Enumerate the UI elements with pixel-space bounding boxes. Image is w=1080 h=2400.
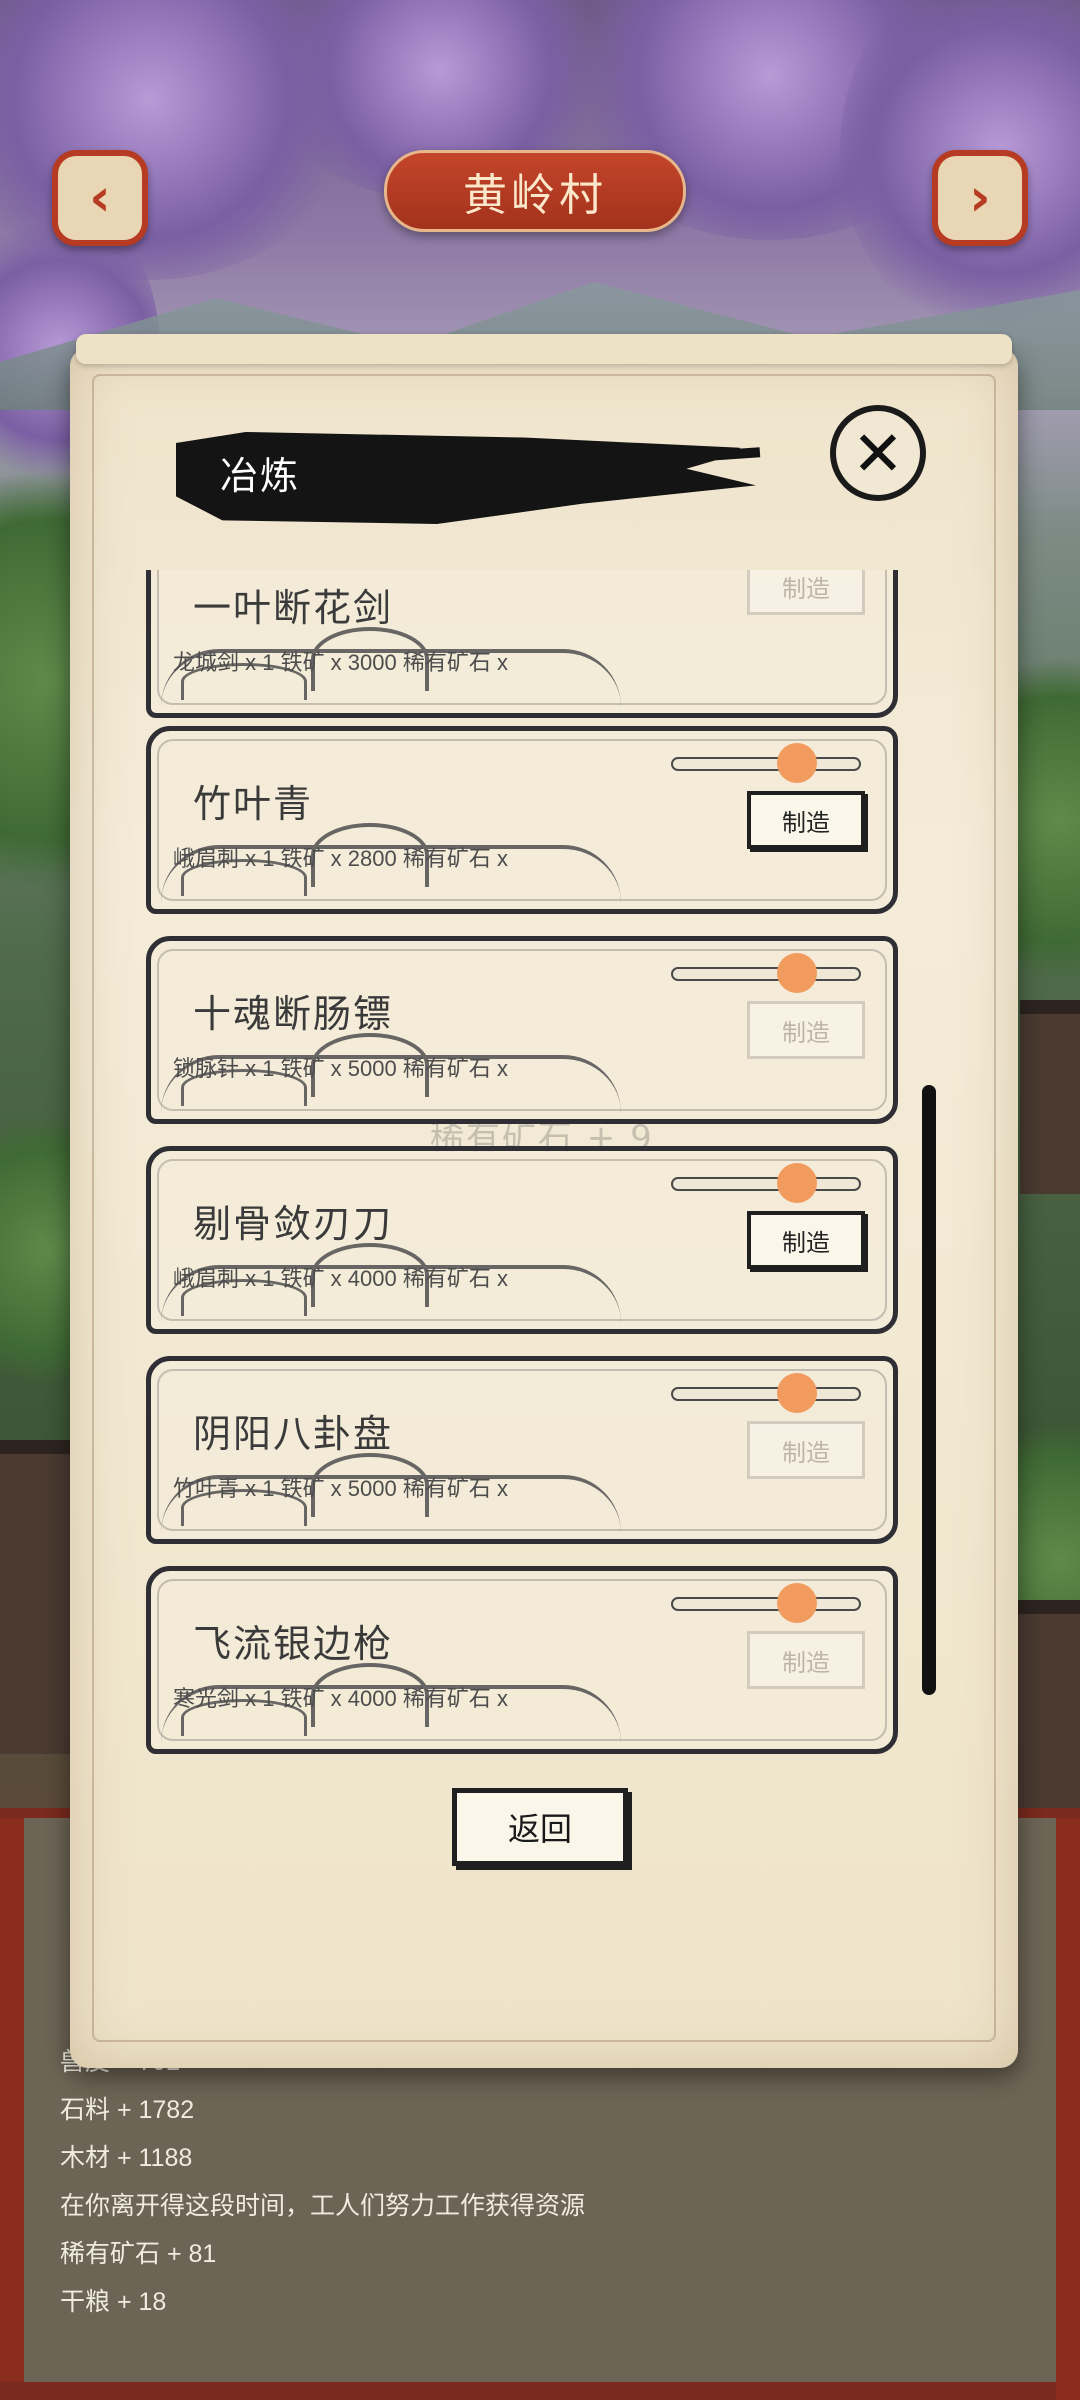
recipe-card: 剔骨敛刃刀 峨眉刺 x 1 铁矿 x 4000 稀有矿石 x 制造 [146,1146,898,1334]
recipe-requirement: 龙城剑 x 1 铁矿 x 3000 稀有矿石 x [173,650,508,675]
log-line: 在你离开得这段时间，工人们努力工作获得资源 [60,2192,586,2220]
dialog-title: 冶炼 [220,454,301,498]
make-button[interactable]: 制造 [747,1001,865,1059]
wave-ornament [161,1243,621,1323]
log-line: 石料 + 1782 [60,2096,195,2124]
recipe-card: 十魂断肠镖 锁脉针 x 1 铁矿 x 5000 稀有矿石 x 制造 [146,936,898,1124]
slider-knob[interactable] [777,953,817,993]
recipe-requirement: 峨眉刺 x 1 铁矿 x 2800 稀有矿石 x [173,846,508,871]
wave-ornament [161,627,621,707]
quantity-slider[interactable] [671,1177,861,1191]
recipe-name: 一叶断花剑 [193,586,394,630]
make-button[interactable]: 制造 [747,570,865,615]
recipe-card: 飞流银边枪 寒光剑 x 1 铁矿 x 4000 稀有矿石 x 制造 [146,1566,898,1754]
wave-ornament [161,1453,621,1533]
location-title: 黄岭村 [384,150,686,232]
wave-ornament [161,823,621,903]
make-button[interactable]: 制造 [747,1421,865,1479]
close-button[interactable]: ✕ [830,405,926,501]
recipe-list-scrollbar[interactable] [922,1085,936,1695]
recipe-requirement: 峨眉刺 x 1 铁矿 x 4000 稀有矿石 x [173,1266,508,1291]
recipe-name: 剔骨敛刃刀 [193,1202,394,1246]
log-line: 干粮 + 18 [60,2288,167,2316]
resource-log: 兽皮 + 792 石料 + 1782 木材 + 1188 在你离开得这段时间，工… [60,2038,585,2326]
slider-knob[interactable] [777,1583,817,1623]
back-button[interactable]: 返回 [452,1788,628,1866]
recipe-name: 十魂断肠镖 [193,992,394,1036]
recipe-requirement: 锁脉针 x 1 铁矿 x 5000 稀有矿石 x [173,1056,508,1081]
recipe-requirement: 寒光剑 x 1 铁矿 x 4000 稀有矿石 x [173,1686,508,1711]
chevron-left-icon: ‹ [89,168,111,228]
slider-knob[interactable] [777,1373,817,1413]
slider-knob[interactable] [777,1163,817,1203]
quantity-slider[interactable] [671,1597,861,1611]
make-button[interactable]: 制造 [747,1211,865,1269]
close-icon: ✕ [852,416,904,490]
wave-ornament [161,1033,621,1113]
quantity-slider[interactable] [671,757,861,771]
next-location-button[interactable]: › [932,150,1028,246]
recipe-name: 阴阳八卦盘 [193,1412,394,1456]
location-title-text: 黄岭村 [463,170,607,221]
make-button[interactable]: 制造 [747,1631,865,1689]
recipe-name: 竹叶青 [193,782,314,826]
quantity-slider[interactable] [671,1387,861,1401]
prev-location-button[interactable]: ‹ [52,150,148,246]
wave-ornament [161,1663,621,1743]
recipe-card: 一叶断花剑 龙城剑 x 1 铁矿 x 3000 稀有矿石 x 制造 [146,570,898,718]
recipe-name: 飞流银边枪 [193,1622,394,1666]
recipe-list[interactable]: 一叶断花剑 龙城剑 x 1 铁矿 x 3000 稀有矿石 x 制造 竹叶青 峨眉… [130,570,930,1770]
recipe-card: 竹叶青 峨眉刺 x 1 铁矿 x 2800 稀有矿石 x 制造 [146,726,898,914]
chevron-right-icon: › [969,168,991,228]
log-line: 木材 + 1188 [60,2144,193,2172]
recipe-card: 阴阳八卦盘 竹叶青 x 1 铁矿 x 5000 稀有矿石 x 制造 [146,1356,898,1544]
make-button[interactable]: 制造 [747,791,865,849]
quantity-slider[interactable] [671,967,861,981]
slider-knob[interactable] [777,743,817,783]
recipe-requirement: 竹叶青 x 1 铁矿 x 5000 稀有矿石 x [173,1476,508,1501]
log-line: 稀有矿石 + 81 [60,2240,217,2268]
